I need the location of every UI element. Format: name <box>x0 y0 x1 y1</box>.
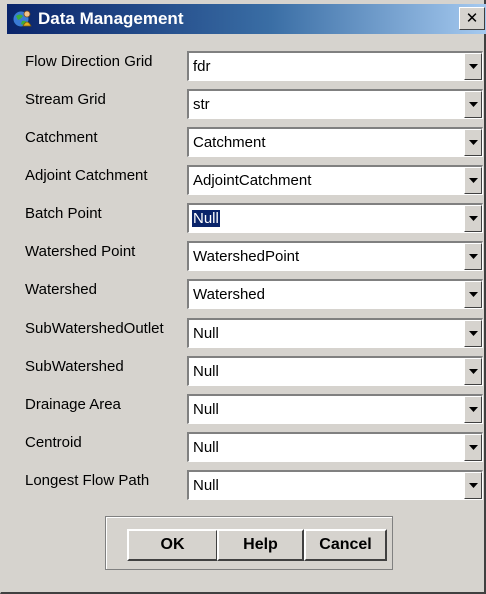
batch-point-value: Null <box>191 209 221 228</box>
longest-flow-path-combo[interactable]: Null <box>187 470 483 500</box>
dropdown-button[interactable] <box>464 281 482 308</box>
subwatershed-combo[interactable]: Null <box>187 356 483 386</box>
subwatershed-value: Null <box>193 363 219 380</box>
watershed-label: Watershed <box>25 281 97 298</box>
stream-grid-label: Stream Grid <box>25 91 106 108</box>
batch-point-combo[interactable]: Null <box>187 203 483 233</box>
catchment-combo[interactable]: Catchment <box>187 127 483 157</box>
dropdown-button[interactable] <box>464 167 482 194</box>
data-management-dialog: Data Management ✕ Flow Direction Grid fdr… <box>0 0 486 594</box>
adjoint-catchment-value: AdjointCatchment <box>193 172 312 189</box>
catchment-value: Catchment <box>193 134 266 151</box>
dropdown-button[interactable] <box>464 205 482 232</box>
chevron-down-icon <box>469 292 478 297</box>
longest-flow-path-label: Longest Flow Path <box>25 472 150 489</box>
catchment-label: Catchment <box>25 129 98 146</box>
help-button[interactable]: Help <box>217 529 304 561</box>
dropdown-button[interactable] <box>464 434 482 461</box>
globe-person-icon <box>12 10 32 28</box>
window-title: Data Management <box>38 9 184 28</box>
batch-point-label: Batch Point <box>25 205 102 222</box>
chevron-down-icon <box>469 407 478 412</box>
close-button[interactable]: ✕ <box>459 7 485 30</box>
dropdown-button[interactable] <box>464 129 482 156</box>
drainage-area-value: Null <box>193 401 219 418</box>
adjoint-catchment-combo[interactable]: AdjointCatchment <box>187 165 483 195</box>
drainage-area-label: Drainage Area <box>25 396 121 413</box>
dropdown-button[interactable] <box>464 396 482 423</box>
dropdown-button[interactable] <box>464 243 482 270</box>
flow-direction-grid-value: fdr <box>193 58 211 75</box>
title-bar[interactable]: Data Management ✕ <box>7 4 486 34</box>
ok-button[interactable]: OK <box>127 529 218 561</box>
chevron-down-icon <box>469 369 478 374</box>
watershed-value: Watershed <box>193 286 265 303</box>
chevron-down-icon <box>469 216 478 221</box>
centroid-value: Null <box>193 439 219 456</box>
dropdown-button[interactable] <box>464 91 482 118</box>
close-icon: ✕ <box>465 9 479 27</box>
flow-direction-grid-label: Flow Direction Grid <box>25 53 153 70</box>
stream-grid-value: str <box>193 96 210 113</box>
chevron-down-icon <box>469 140 478 145</box>
chevron-down-icon <box>469 102 478 107</box>
centroid-label: Centroid <box>25 434 82 451</box>
watershed-combo[interactable]: Watershed <box>187 279 483 309</box>
watershed-point-combo[interactable]: WatershedPoint <box>187 241 483 271</box>
drainage-area-combo[interactable]: Null <box>187 394 483 424</box>
chevron-down-icon <box>469 331 478 336</box>
subwatershedoutlet-combo[interactable]: Null <box>187 318 483 348</box>
dropdown-button[interactable] <box>464 358 482 385</box>
adjoint-catchment-label: Adjoint Catchment <box>25 167 148 184</box>
dropdown-button[interactable] <box>464 320 482 347</box>
chevron-down-icon <box>469 64 478 69</box>
chevron-down-icon <box>469 254 478 259</box>
longest-flow-path-value: Null <box>193 477 219 494</box>
button-group: OK Help Cancel <box>105 516 393 570</box>
watershed-point-label: Watershed Point <box>25 243 136 260</box>
stream-grid-combo[interactable]: str <box>187 89 483 119</box>
chevron-down-icon <box>469 178 478 183</box>
dropdown-button[interactable] <box>464 53 482 80</box>
cancel-button[interactable]: Cancel <box>304 529 387 561</box>
subwatershed-label: SubWatershed <box>25 358 124 375</box>
centroid-combo[interactable]: Null <box>187 432 483 462</box>
subwatershedoutlet-value: Null <box>193 325 219 342</box>
watershed-point-value: WatershedPoint <box>193 248 300 265</box>
dropdown-button[interactable] <box>464 472 482 499</box>
subwatershedoutlet-label: SubWatershedOutlet <box>25 320 164 337</box>
chevron-down-icon <box>469 483 478 488</box>
chevron-down-icon <box>469 445 478 450</box>
flow-direction-grid-combo[interactable]: fdr <box>187 51 483 81</box>
